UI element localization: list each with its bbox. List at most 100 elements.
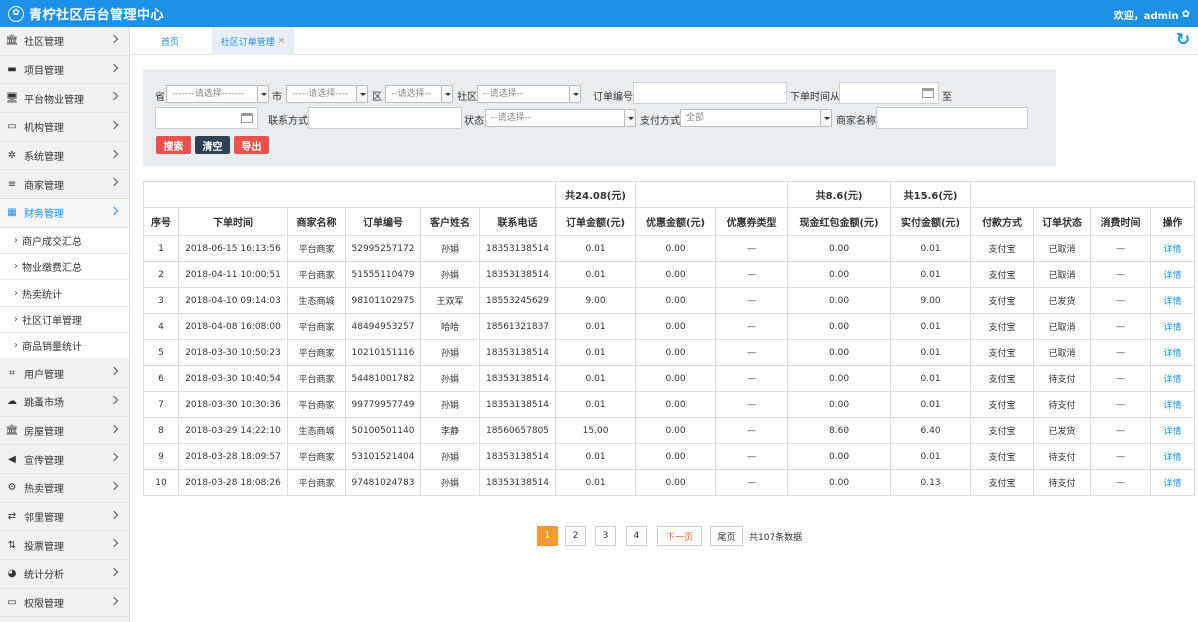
time-to-input[interactable] — [155, 107, 258, 129]
calculator-icon: ▦ — [7, 207, 17, 219]
city-select-value: -----请选择---- — [292, 89, 349, 99]
column-header: 操作 — [1150, 207, 1196, 236]
table-cell: 已发货 — [1033, 417, 1092, 444]
page-button[interactable]: 3 — [595, 526, 616, 546]
province-select-value: -------请选择------- — [172, 89, 245, 99]
detail-link[interactable]: 详情 — [1164, 323, 1182, 333]
page-button[interactable]: 1 — [537, 526, 558, 546]
sidebar-item-label: 财务管理 — [24, 209, 64, 221]
sidebar-item[interactable]: ◕ 统计分析 — [0, 560, 129, 589]
calendar-icon[interactable] — [241, 113, 253, 123]
sidebar-item[interactable]: ▦ 财务管理 — [0, 199, 129, 228]
province-select[interactable]: -------请选择------- — [166, 85, 269, 103]
sidebar-item[interactable]: ⚙ 热卖管理 — [0, 474, 129, 503]
detail-link[interactable]: 详情 — [1164, 453, 1182, 463]
last-page-button[interactable]: 尾页 — [710, 526, 743, 546]
sidebar-item[interactable]: ☁ 跳蚤市场 — [0, 388, 129, 417]
tab-close-icon[interactable]: × — [278, 36, 286, 46]
table-cell: 1 — [143, 235, 179, 262]
chevron-down-icon — [257, 86, 268, 102]
merchant-label: 商家名称 — [836, 116, 876, 127]
chevron-right-icon — [109, 149, 119, 158]
table-cell: 详情 — [1150, 287, 1196, 314]
status-select[interactable]: --请选择-- — [485, 109, 636, 127]
table-cell: 平台商家 — [287, 313, 346, 340]
sidebar-item[interactable]: ≡ 商家管理 — [0, 170, 129, 200]
settings-gear-icon[interactable]: ✿ — [1182, 9, 1190, 20]
sidebar-item[interactable]: ▭ 机构管理 — [0, 113, 129, 142]
table-cell: 已取消 — [1033, 261, 1092, 288]
detail-link[interactable]: 详情 — [1164, 401, 1182, 411]
refresh-icon[interactable]: ↻ — [1174, 31, 1192, 49]
table-cell: 待支付 — [1033, 365, 1092, 392]
table-row: 7 2018-03-30 10:30:36 平台商家 99779957749 孙娟 183… — [143, 391, 1196, 418]
summary-empty — [970, 181, 1196, 208]
table-cell: 0.01 — [890, 443, 972, 470]
table-cell: 0.00 — [787, 313, 892, 340]
sidebar-item[interactable]: ◀ 宣传管理 — [0, 445, 129, 475]
detail-link[interactable]: 详情 — [1164, 349, 1182, 359]
detail-link[interactable]: 详情 — [1164, 271, 1182, 281]
detail-link[interactable]: 详情 — [1164, 479, 1182, 489]
pay-method-select[interactable]: 全部 — [680, 109, 832, 127]
next-page-button[interactable]: 下一页 — [657, 526, 702, 546]
sidebar-item[interactable]: ⌗ 用户管理 — [0, 359, 129, 388]
chevron-right-icon — [109, 567, 119, 577]
page-button[interactable]: 4 — [626, 526, 647, 546]
table-cell: 生态商城 — [287, 287, 346, 314]
order-no-input[interactable] — [633, 82, 787, 104]
table-cell: 6 — [143, 365, 179, 392]
to-label: 至 — [942, 92, 952, 103]
submenu-item[interactable]: 物业缴费汇总 — [0, 254, 129, 281]
province-label: 省 — [155, 92, 165, 103]
chevron-right-icon — [109, 120, 119, 130]
table-cell: 0.01 — [555, 235, 637, 262]
table-cell: 孙娟 — [420, 261, 480, 288]
table-cell: 2018-03-28 18:08:26 — [178, 469, 288, 496]
sidebar-item[interactable]: 🖥 平台物业管理 — [0, 84, 129, 114]
table-cell: — — [715, 469, 789, 496]
welcome-user[interactable]: 欢迎，admin ✿ — [1114, 7, 1190, 22]
submenu-item[interactable]: 商品销量统计 — [0, 333, 129, 360]
sidebar-item[interactable]: ▭ 权限管理 — [0, 589, 129, 618]
city-select[interactable]: -----请选择---- — [286, 85, 368, 103]
sidebar-item[interactable]: ⇅ 投票管理 — [0, 531, 129, 561]
sidebar-item[interactable]: 🏛 社区管理 — [0, 27, 129, 56]
community-select[interactable]: --请选择-- — [477, 85, 581, 103]
calendar-icon[interactable] — [922, 88, 934, 98]
sidebar-item[interactable]: ⇄ 邻里管理 — [0, 503, 129, 532]
table-cell: 5 — [143, 339, 179, 366]
submenu-item[interactable]: 社区订单管理 — [0, 306, 129, 333]
detail-link[interactable]: 详情 — [1164, 427, 1182, 437]
tab-home[interactable]: 首页 — [130, 27, 210, 55]
search-button[interactable]: 搜索 — [156, 136, 191, 154]
table-cell: 0.00 — [787, 339, 892, 366]
clear-button[interactable]: 清空 — [195, 136, 230, 154]
sidebar-item[interactable]: ✲ 系统管理 — [0, 142, 129, 171]
export-button[interactable]: 导出 — [234, 136, 269, 154]
table-cell: 待支付 — [1033, 469, 1092, 496]
chevron-right-icon — [109, 367, 119, 376]
time-from-input[interactable] — [839, 82, 939, 104]
tab-community-orders[interactable]: 社区订单管理 × — [212, 27, 294, 55]
submenu-item[interactable]: 热卖统计 — [0, 280, 129, 307]
submenu-item[interactable]: 商户成交汇总 — [0, 227, 129, 255]
sidebar-item[interactable]: 🏛 房屋管理 — [0, 417, 129, 446]
table-cell: 支付宝 — [970, 235, 1035, 262]
table-cell: 生态商城 — [287, 417, 346, 444]
column-header: 联系电话 — [478, 207, 557, 236]
detail-link[interactable]: 详情 — [1164, 297, 1182, 307]
brand: ✿ 青柠社区后台管理中心 — [8, 4, 164, 23]
merchant-input[interactable] — [876, 107, 1028, 129]
table-cell: 4 — [143, 313, 179, 340]
sidebar-item[interactable]: ▬ 项目管理 — [0, 56, 129, 85]
detail-link[interactable]: 详情 — [1164, 245, 1182, 255]
detail-link[interactable]: 详情 — [1164, 375, 1182, 385]
contact-input[interactable] — [308, 107, 462, 129]
sidebar-item-label: 统计分析 — [24, 570, 64, 582]
district-select[interactable]: --请选择-- — [385, 85, 453, 103]
table-cell: 18353138514 — [478, 469, 557, 496]
page-button[interactable]: 2 — [565, 526, 586, 546]
leaf-logo-icon: ✿ — [8, 5, 24, 22]
table-cell: 支付宝 — [970, 339, 1035, 366]
